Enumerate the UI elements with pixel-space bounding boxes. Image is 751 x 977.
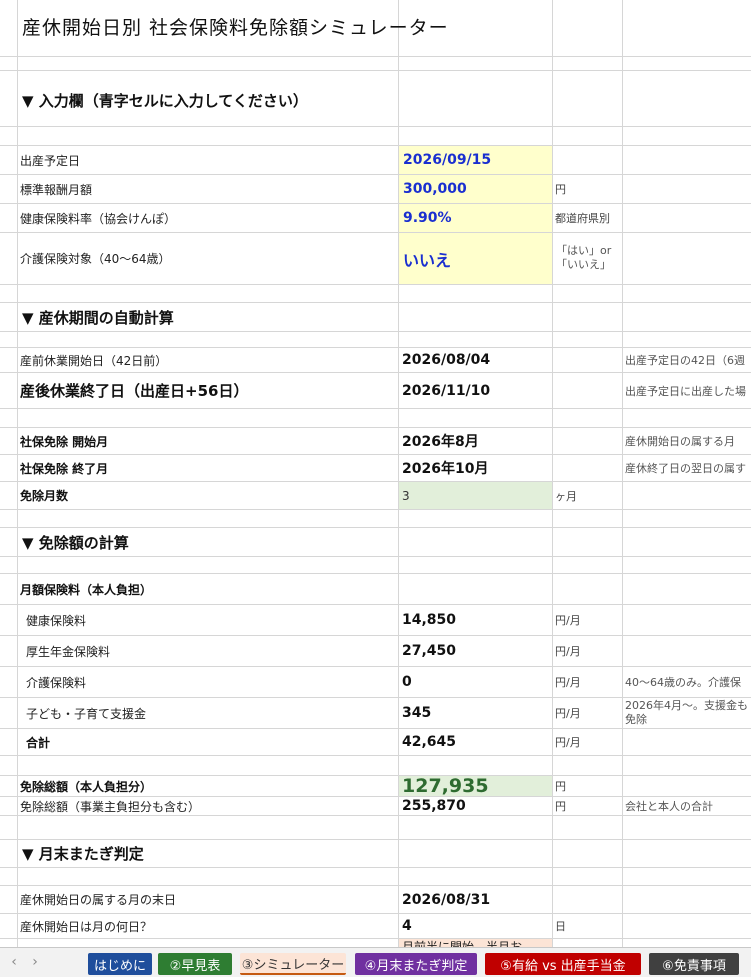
- monthly-premium-header: 月額保険料（本人負担）: [20, 582, 153, 597]
- salary-unit: 円: [555, 183, 566, 196]
- grid-line: [0, 126, 751, 127]
- prenatal-start-label: 産前休業開始日（42日前）: [20, 353, 168, 368]
- exempt-start-label: 社保免除 開始月: [20, 434, 109, 449]
- exempt-end-note: 産休終了日の翌日の属す: [625, 462, 746, 475]
- exempt-months-unit: ヶ月: [555, 489, 577, 503]
- partial-month-text: 月前半に開始。半月お: [402, 940, 523, 947]
- tab-disclaimer[interactable]: ⑥免責事項: [649, 953, 739, 975]
- exempt-start-value: 2026年8月: [402, 434, 479, 450]
- due-date-label: 出産予定日: [20, 153, 81, 168]
- health-insurance-label: 健康保険料: [26, 613, 87, 628]
- grid-line: [552, 0, 553, 947]
- health-insurance-value: 14,850: [402, 612, 457, 628]
- care-note-line2: 「いいえ」: [556, 258, 611, 271]
- exempt-start-note: 産休開始日の属する月: [625, 435, 735, 448]
- grid-line: [398, 0, 399, 947]
- tab-month-end-check[interactable]: ④月末またぎ判定: [355, 953, 477, 975]
- total-self-value: 127,935: [399, 776, 552, 796]
- grid-line: [0, 56, 751, 57]
- day-of-month-label: 産休開始日は月の何日？: [20, 919, 153, 934]
- care-premium-note: 40〜64歳のみ。介護保: [625, 676, 741, 689]
- last-day-value: 2026/08/31: [402, 891, 491, 908]
- care-insurance-input[interactable]: いいえ: [399, 233, 552, 284]
- grid-line: [0, 408, 751, 409]
- pension-label: 厚生年金保険料: [26, 644, 111, 659]
- grid-line: [0, 867, 751, 868]
- section-period-header: ▼ 産休期間の自動計算: [22, 308, 174, 327]
- grid-line: [0, 331, 751, 332]
- child-support-value: 345: [402, 705, 432, 721]
- health-insurance-unit: 円/月: [555, 614, 581, 627]
- postnatal-end-value: 2026/11/10: [402, 382, 491, 399]
- exempt-months-value: 3: [399, 482, 552, 509]
- health-rate-label: 健康保険料率（協会けんぽ）: [20, 211, 177, 226]
- section-month-end-header: ▼ 月末またぎ判定: [22, 845, 144, 863]
- grid-line: [0, 815, 751, 816]
- pension-unit: 円/月: [555, 645, 581, 658]
- total-monthly-label: 合計: [26, 735, 51, 750]
- child-support-note-line2: 免除: [625, 713, 647, 726]
- tab-simulator[interactable]: ③シミュレーター: [240, 953, 346, 975]
- postnatal-end-note: 出産予定日に出産した場: [625, 384, 746, 398]
- total-all-label: 免除総額（事業主負担分も含む）: [20, 799, 201, 814]
- grid-line: [0, 284, 751, 285]
- child-support-unit: 円/月: [555, 707, 581, 720]
- total-monthly-value: 42,645: [402, 734, 457, 750]
- grid-line: [0, 509, 751, 510]
- care-premium-value: 0: [402, 674, 412, 690]
- total-all-value: 255,870: [402, 798, 466, 814]
- child-support-note-line1: 2026年4月〜。支援金も: [625, 699, 748, 712]
- salary-input[interactable]: 300,000: [399, 175, 552, 203]
- care-premium-label: 介護保険料: [26, 675, 87, 690]
- exempt-months-label: 免除月数: [20, 489, 69, 503]
- total-monthly-unit: 円/月: [555, 736, 581, 749]
- total-self-label: 免除総額（本人負担分）: [20, 779, 153, 794]
- grid-line: [0, 70, 751, 71]
- day-of-month-value: 4: [402, 918, 412, 934]
- care-note-line1: 「はい」or: [556, 244, 612, 257]
- prenatal-start-value: 2026/08/04: [402, 352, 491, 368]
- grid-line: [17, 0, 18, 947]
- grid-line: [0, 755, 751, 756]
- health-rate-note: 都道府県別: [555, 212, 610, 225]
- care-insurance-label: 介護保険対象（40〜64歳）: [20, 252, 171, 266]
- total-self-unit: 円: [555, 780, 566, 793]
- page-title: 産休開始日別 社会保険料免除額シミュレーター: [22, 16, 449, 39]
- health-rate-input[interactable]: 9.90%: [399, 204, 552, 232]
- grid-line: [0, 556, 751, 557]
- exempt-end-value: 2026年10月: [402, 461, 489, 477]
- last-day-label: 産休開始日の属する月の末日: [20, 893, 177, 907]
- sheet-tab-bar: ‹ › はじめに ②早見表 ③シミュレーター ④月末またぎ判定 ⑤有給 vs 出…: [0, 947, 751, 977]
- day-of-month-unit: 日: [555, 920, 566, 933]
- grid-line: [622, 0, 623, 947]
- tab-paid-leave-vs-allowance[interactable]: ⑤有給 vs 出産手当金: [485, 953, 641, 975]
- spreadsheet-grid: 産休開始日別 社会保険料免除額シミュレーター ▼ 入力欄（青字セルに入力してくだ…: [0, 0, 751, 947]
- care-insurance-note: 「はい」or 「いいえ」: [556, 236, 622, 280]
- total-all-note: 会社と本人の合計: [625, 800, 713, 813]
- tab-next-arrow-icon[interactable]: ›: [27, 954, 43, 970]
- prenatal-start-note: 出産予定日の42日（6週: [625, 354, 745, 367]
- partial-month-value: 月前半に開始。半月お: [399, 939, 552, 947]
- due-date-input[interactable]: 2026/09/15: [399, 146, 552, 174]
- salary-label: 標準報酬月額: [20, 182, 93, 197]
- exempt-end-label: 社保免除 終了月: [20, 461, 109, 476]
- tab-prev-arrow-icon[interactable]: ‹: [6, 954, 22, 970]
- grid-line: [0, 938, 751, 939]
- tab-introduction[interactable]: はじめに: [88, 953, 152, 975]
- pension-value: 27,450: [402, 643, 457, 659]
- care-premium-unit: 円/月: [555, 676, 581, 689]
- child-support-note: 2026年4月〜。支援金も 免除: [625, 698, 751, 728]
- total-all-unit: 円: [555, 800, 566, 813]
- postnatal-end-label: 産後休業終了日（出産日+56日）: [20, 382, 249, 400]
- section-input-header: ▼ 入力欄（青字セルに入力してください）: [22, 91, 308, 110]
- tab-quick-reference[interactable]: ②早見表: [158, 953, 232, 975]
- section-exemption-header: ▼ 免除額の計算: [22, 533, 129, 552]
- child-support-label: 子ども・子育て支援金: [26, 706, 147, 721]
